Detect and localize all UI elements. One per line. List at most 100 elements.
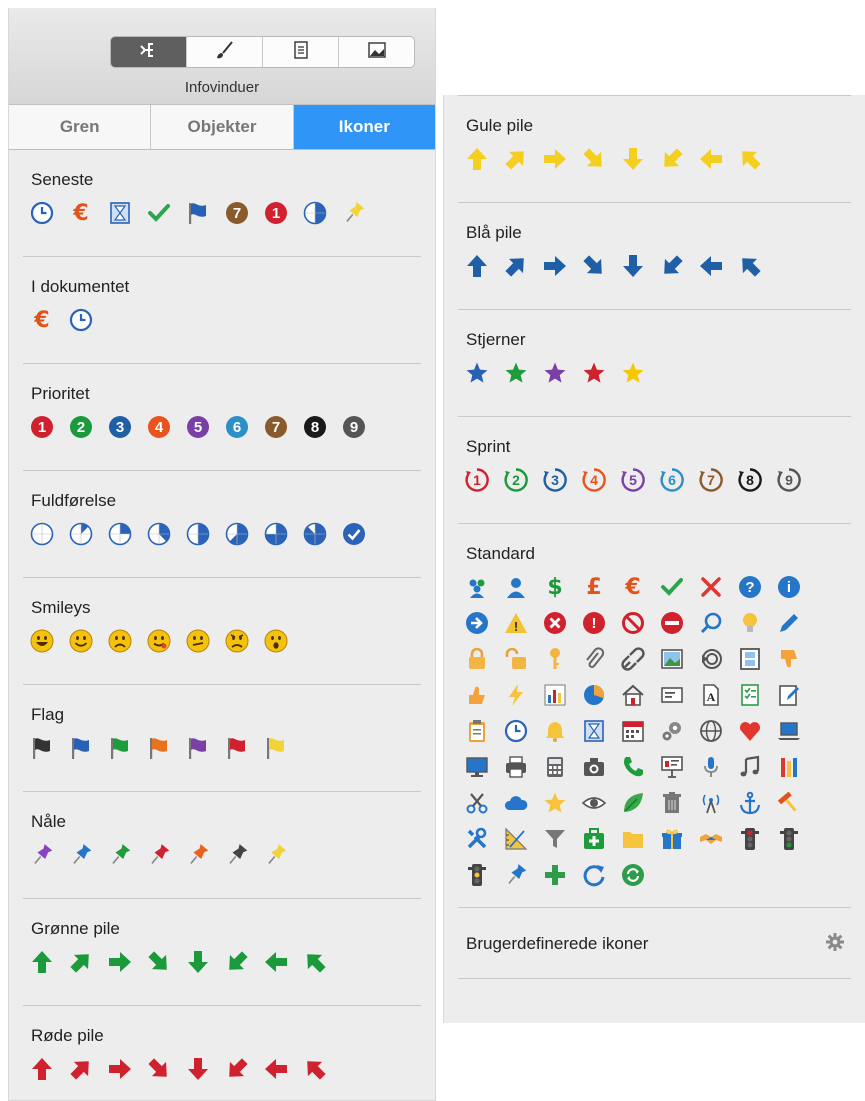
check-icon[interactable] — [660, 575, 684, 599]
star-red-icon[interactable] — [582, 361, 606, 385]
check-icon[interactable] — [147, 201, 171, 225]
scissors-icon[interactable] — [465, 791, 489, 815]
flag-red-icon[interactable] — [225, 736, 249, 760]
pin-yellow-icon[interactable] — [342, 201, 366, 225]
arrow-green-up-icon[interactable] — [30, 950, 54, 974]
smiley-surprised-icon[interactable] — [264, 629, 288, 653]
completion-4-icon[interactable] — [186, 522, 210, 546]
hourglass-icon[interactable] — [108, 201, 132, 225]
priority-4-icon[interactable]: 4 — [147, 415, 171, 439]
arrow-red-up-icon[interactable] — [30, 1057, 54, 1081]
music-icon[interactable] — [738, 755, 762, 779]
house-icon[interactable] — [621, 683, 645, 707]
lock-icon[interactable] — [465, 647, 489, 671]
pin-blue-icon[interactable] — [69, 843, 93, 867]
euro-icon[interactable]: € — [621, 575, 645, 599]
question-icon[interactable]: ? — [738, 575, 762, 599]
laptop-icon[interactable] — [777, 719, 801, 743]
arrow-blue-right-icon[interactable] — [543, 254, 567, 278]
pound-icon[interactable]: £ — [582, 575, 606, 599]
arrow-green-left-icon[interactable] — [264, 950, 288, 974]
pencils-icon[interactable] — [777, 755, 801, 779]
completion-3-icon[interactable] — [147, 522, 171, 546]
euro-icon[interactable]: € — [30, 308, 54, 332]
pin-icon[interactable] — [504, 863, 528, 887]
sprint-3-icon[interactable]: 3 — [543, 468, 567, 492]
lightbulb-icon[interactable] — [738, 611, 762, 635]
pencil-icon[interactable] — [777, 611, 801, 635]
star-blue-icon[interactable] — [465, 361, 489, 385]
priority-8-icon[interactable]: 8 — [303, 415, 327, 439]
clock-icon[interactable] — [69, 308, 93, 332]
completion-7-icon[interactable] — [303, 522, 327, 546]
completion-1-icon[interactable] — [69, 522, 93, 546]
euro-icon[interactable]: € — [69, 201, 93, 225]
anchor-icon[interactable] — [738, 791, 762, 815]
pin-green-icon[interactable] — [108, 843, 132, 867]
sprint-4-icon[interactable]: 4 — [582, 468, 606, 492]
ruler-icon[interactable] — [504, 827, 528, 851]
warning-icon[interactable]: ! — [504, 611, 528, 635]
arrow-yellow-up-icon[interactable] — [465, 147, 489, 171]
pin-orange-icon[interactable] — [186, 843, 210, 867]
star-yellow-icon[interactable] — [621, 361, 645, 385]
film-icon[interactable] — [738, 647, 762, 671]
bell-icon[interactable] — [543, 719, 567, 743]
flag-yellow-icon[interactable] — [264, 736, 288, 760]
error-icon[interactable] — [543, 611, 567, 635]
arrow-green-down-right-icon[interactable] — [147, 950, 171, 974]
pin-red-icon[interactable] — [147, 843, 171, 867]
arrow-red-left-icon[interactable] — [264, 1057, 288, 1081]
gift-icon[interactable] — [660, 827, 684, 851]
clipboard-icon[interactable] — [465, 719, 489, 743]
priority-6-icon[interactable]: 6 — [225, 415, 249, 439]
heart-icon[interactable] — [738, 719, 762, 743]
sprint-8-icon[interactable]: 8 — [738, 468, 762, 492]
thumbs-up-icon[interactable] — [465, 683, 489, 707]
arrow-yellow-down-left-icon[interactable] — [660, 147, 684, 171]
printer-icon[interactable] — [504, 755, 528, 779]
gear-icon[interactable] — [825, 932, 845, 952]
antenna-icon[interactable] — [699, 791, 723, 815]
checklist-icon[interactable] — [738, 683, 762, 707]
cloud-icon[interactable] — [504, 791, 528, 815]
group-icon[interactable] — [465, 575, 489, 599]
lightning-icon[interactable] — [504, 683, 528, 707]
arrow-green-down-icon[interactable] — [186, 950, 210, 974]
camera-icon[interactable] — [582, 755, 606, 779]
tab-objekter[interactable]: Objekter — [151, 105, 294, 149]
arrow-yellow-up-right-icon[interactable] — [504, 147, 528, 171]
unlock-icon[interactable] — [504, 647, 528, 671]
arrow-blue-left-icon[interactable] — [699, 254, 723, 278]
plus-icon[interactable] — [543, 863, 567, 887]
phone-icon[interactable] — [621, 755, 645, 779]
monitor-icon[interactable] — [465, 755, 489, 779]
arrow-blue-down-left-icon[interactable] — [660, 254, 684, 278]
image-inspector-button[interactable] — [339, 37, 414, 67]
presentation-icon[interactable] — [660, 755, 684, 779]
priority-3-icon[interactable]: 3 — [108, 415, 132, 439]
custom-icons-row[interactable]: Brugerdefinerede ikoner — [458, 908, 851, 979]
calendar-icon[interactable] — [621, 719, 645, 743]
filter-icon[interactable] — [543, 827, 567, 851]
priority-7-icon[interactable]: 7 — [225, 201, 249, 225]
completion-2-icon[interactable] — [108, 522, 132, 546]
tab-ikoner[interactable]: Ikoner — [293, 105, 435, 149]
key-icon[interactable] — [543, 647, 567, 671]
globe-icon[interactable] — [699, 719, 723, 743]
completion-6-icon[interactable] — [264, 522, 288, 546]
arrow-yellow-down-right-icon[interactable] — [582, 147, 606, 171]
arrow-blue-down-right-icon[interactable] — [582, 254, 606, 278]
dollar-icon[interactable]: $ — [543, 575, 567, 599]
priority-9-icon[interactable]: 9 — [342, 415, 366, 439]
hammer-icon[interactable] — [777, 791, 801, 815]
flag-purple-icon[interactable] — [186, 736, 210, 760]
arrow-red-down-icon[interactable] — [186, 1057, 210, 1081]
arrow-blue-up-left-icon[interactable] — [738, 254, 762, 278]
flag-orange-icon[interactable] — [147, 736, 171, 760]
notes-inspector-button[interactable] — [263, 37, 339, 67]
smiley-angry-icon[interactable] — [225, 629, 249, 653]
sync-icon[interactable] — [621, 863, 645, 887]
sprint-7-icon[interactable]: 7 — [699, 468, 723, 492]
document-icon[interactable]: A — [699, 683, 723, 707]
